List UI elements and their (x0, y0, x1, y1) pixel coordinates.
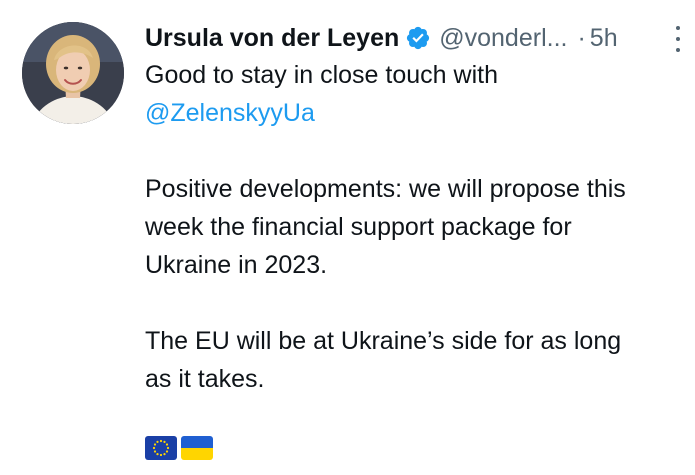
author-handle[interactable]: @vonderl... (439, 24, 567, 53)
verified-badge-icon (405, 25, 431, 51)
eu-flag-icon (145, 436, 177, 460)
author-name[interactable]: Ursula von der Leyen (145, 24, 399, 53)
tweet-content: Ursula von der Leyen @vonderl... · 5h Go… (145, 18, 690, 460)
tweet-line: Ukraine in 2023. (145, 251, 328, 279)
mention-link[interactable]: @ZelenskyyUa (145, 94, 690, 132)
tweet-card[interactable]: Ursula von der Leyen @vonderl... · 5h Go… (0, 0, 695, 475)
more-options-icon[interactable] (674, 26, 682, 52)
tweet-line: week the financial support package for (145, 213, 572, 241)
tweet-line: The EU will be at Ukraine’s side for as … (145, 327, 622, 355)
tweet-line: as it takes. (145, 365, 265, 393)
tweet-text: Good to stay in close touch with @Zelens… (145, 56, 690, 398)
tweet-line: Good to stay in close touch with (145, 61, 498, 89)
ukraine-flag-icon (181, 436, 213, 460)
avatar[interactable] (22, 22, 124, 124)
tweet-line: Positive developments: we will propose t… (145, 175, 626, 203)
tweet-header: Ursula von der Leyen @vonderl... · 5h (145, 18, 690, 58)
timestamp[interactable]: 5h (590, 24, 618, 53)
separator-dot: · (577, 23, 586, 52)
avatar-portrait-icon (22, 22, 124, 124)
flag-emojis (145, 436, 690, 460)
